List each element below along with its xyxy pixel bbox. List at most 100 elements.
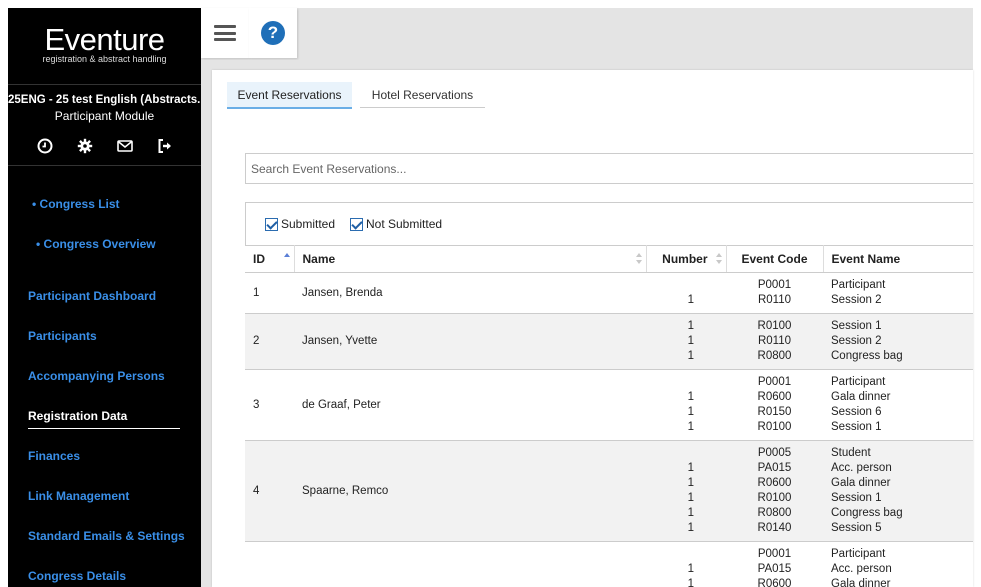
cell-event-code-line: R0100 xyxy=(757,320,792,332)
checkbox-checked-icon[interactable] xyxy=(265,217,278,231)
cell-event-code-line: P0001 xyxy=(757,548,792,560)
cell-id: 2 xyxy=(245,313,294,370)
column-header-id[interactable]: ID xyxy=(245,245,295,273)
module-name: Participant Module xyxy=(54,109,155,123)
cell-number: 1 1 1 1 1 xyxy=(646,440,726,542)
table-body: 1 Jansen, Brenda 1 P0001 R0110 Participant Ses… xyxy=(245,272,973,587)
table-row[interactable]: 4 Spaarne, Remco 1 1 1 1 1 P0005 PA015 R0600 R0100… xyxy=(245,440,973,542)
cell-event-name-line: Session 6 xyxy=(831,406,882,418)
column-header-event-code[interactable]: Event Code xyxy=(726,245,824,273)
cell-event-code-line: R0800 xyxy=(757,350,792,362)
tab-hotel-reservations[interactable]: Hotel Reservations xyxy=(360,82,485,108)
cell-event-code-line: PA015 xyxy=(757,462,792,474)
cell-event-code-line: R0800 xyxy=(757,507,792,519)
checkbox-checked-icon[interactable] xyxy=(350,217,363,231)
cell-event-name-line: Participant xyxy=(831,376,886,388)
cell-event-code-line: R0110 xyxy=(757,294,792,306)
menu-toggle-button[interactable] xyxy=(201,8,249,58)
cell-event-name-line: Acc. person xyxy=(831,563,892,575)
cell-event-name-line: Acc. person xyxy=(831,462,892,474)
cell-number-line: 1 xyxy=(687,335,694,347)
cell-event-code: P0001 R0600 R0150 R0100 xyxy=(726,369,823,441)
cell-event-name-line: Gala dinner xyxy=(831,477,891,489)
not-submitted-label: Not Submitted xyxy=(366,217,443,231)
table-row[interactable]: 1 Jansen, Brenda 1 P0001 R0110 Participant Ses… xyxy=(245,272,973,314)
main-navigation: Participant Dashboard Participants Accom… xyxy=(8,274,201,587)
cell-event-name-line: Gala dinner xyxy=(831,391,891,403)
cell-number-line xyxy=(654,375,694,390)
cell-number-line: 1 xyxy=(687,492,694,504)
search-input[interactable] xyxy=(245,153,973,184)
cell-event-code: P0001 R0110 xyxy=(726,272,823,314)
sidebar-item-congress-details[interactable]: Congress Details xyxy=(8,566,201,587)
cell-event-code-line: R0600 xyxy=(757,391,792,403)
cell-id: 4 xyxy=(245,440,294,542)
cell-number-line xyxy=(654,278,694,293)
cell-event-code-line: R0150 xyxy=(757,406,792,418)
cell-number-line: 1 xyxy=(687,406,694,418)
sidebar-item-participants[interactable]: Participants xyxy=(8,326,201,366)
cell-event-name-line: Session 2 xyxy=(831,294,882,306)
column-header-event-name[interactable]: Event Name xyxy=(823,245,973,273)
submitted-checkbox[interactable]: Submitted xyxy=(265,217,335,231)
column-header-name[interactable]: Name xyxy=(294,245,647,273)
cell-number-line: 1 xyxy=(687,350,694,362)
cell-event-name-line: Session 2 xyxy=(831,335,882,347)
cell-event-code: P0005 PA015 R0600 R0100 R0800 R0140 xyxy=(726,440,823,542)
cell-number-line xyxy=(654,446,694,461)
cell-event-code-line: R0100 xyxy=(757,421,792,433)
sidebar-item-congress-list[interactable]: • Congress List xyxy=(8,194,201,234)
sub-navigation: • Congress List • Congress Overview xyxy=(8,166,201,274)
module-info: 25ENG - 25 test English (Abstracts... Pa… xyxy=(8,85,201,123)
logout-icon[interactable] xyxy=(156,137,174,155)
table-row[interactable]: 1 1 P0001 PA015 R0600 Participant Acc. person G… xyxy=(245,541,973,587)
sidebar-item-registration-data[interactable]: Registration Data xyxy=(8,406,201,446)
cell-event-code-line: R0140 xyxy=(757,522,792,534)
logo: Eventure registration & abstract handlin… xyxy=(8,8,201,85)
cell-event-code-line: R0110 xyxy=(757,335,792,347)
cell-event-name-line: Participant xyxy=(831,279,886,291)
cell-event-name-line: Session 1 xyxy=(831,492,882,504)
cell-event-name-line: Session 1 xyxy=(831,320,882,332)
sidebar-item-congress-overview[interactable]: • Congress Overview xyxy=(8,234,201,274)
cell-event-code-line: PA015 xyxy=(757,563,792,575)
filter-area: Submitted Not Submitted xyxy=(245,202,973,245)
table-header-row: ID Name Number Event Code Event Name xyxy=(245,245,973,273)
table-row[interactable]: 3 de Graaf, Peter 1 1 1 P0001 R0600 R0150 R0100 P… xyxy=(245,369,973,441)
quick-icons xyxy=(8,123,201,166)
cell-event-name-line: Session 5 xyxy=(831,522,882,534)
cell-id: 1 xyxy=(245,272,294,314)
main-panel: Event Reservations Hotel Reservations Su… xyxy=(212,70,973,587)
cell-number-line: 1 xyxy=(687,421,694,433)
cell-number-line: 1 xyxy=(687,294,694,306)
mail-icon[interactable] xyxy=(116,137,134,155)
cell-event-code: R0100 R0110 R0800 xyxy=(726,313,823,370)
column-header-number[interactable]: Number xyxy=(646,245,727,273)
sidebar-item-accompanying-persons[interactable]: Accompanying Persons xyxy=(8,366,201,406)
cell-event-code-line: P0001 xyxy=(757,376,792,388)
cell-event-name: Participant Session 2 xyxy=(823,272,973,314)
help-button[interactable]: ? xyxy=(249,8,297,58)
top-bar: ? xyxy=(201,8,973,60)
tab-event-reservations[interactable]: Event Reservations xyxy=(227,82,352,109)
sidebar-item-link-management[interactable]: Link Management xyxy=(8,486,201,526)
cell-number-line: 1 xyxy=(687,507,694,519)
sidebar-item-participant-dashboard[interactable]: Participant Dashboard xyxy=(8,286,201,326)
cell-event-name-line: Student xyxy=(831,447,871,459)
help-icon: ? xyxy=(261,21,285,45)
cell-number: 1 1 1 xyxy=(646,369,726,441)
gear-icon[interactable] xyxy=(76,137,94,155)
hamburger-icon xyxy=(214,25,236,41)
table-row[interactable]: 2 Jansen, Yvette 1 1 1 R0100 R0110 R0800 Session… xyxy=(245,313,973,370)
cell-number-line: 1 xyxy=(687,391,694,403)
clock-icon[interactable] xyxy=(36,137,54,155)
sidebar-item-standard-emails-settings[interactable]: Standard Emails & Settings xyxy=(8,526,201,566)
sidebar-item-finances[interactable]: Finances xyxy=(8,446,201,486)
congress-name: 25ENG - 25 test English (Abstracts... xyxy=(8,94,201,106)
cell-name xyxy=(294,541,646,587)
not-submitted-checkbox[interactable]: Not Submitted xyxy=(350,217,442,231)
cell-event-name-line: Congress bag xyxy=(831,350,903,362)
cell-event-name-line: Participant xyxy=(831,548,886,560)
logo-title: Eventure xyxy=(44,22,165,57)
cell-event-code-line: P0001 xyxy=(757,279,792,291)
